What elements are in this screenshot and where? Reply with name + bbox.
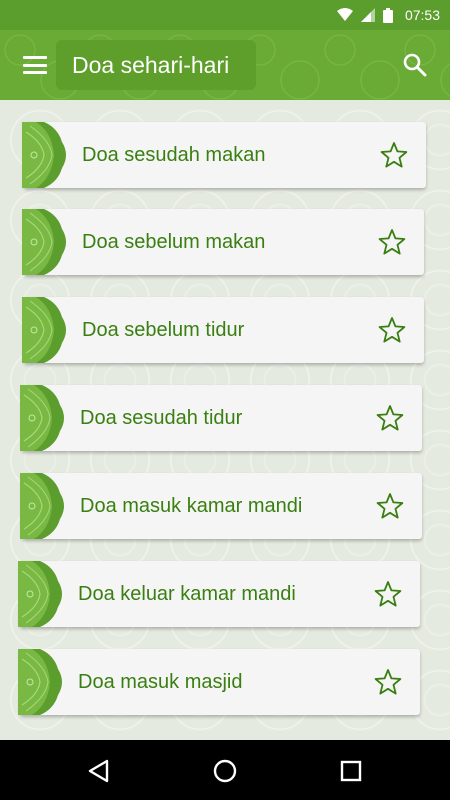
favorite-star-icon[interactable] — [374, 668, 402, 696]
favorite-star-icon[interactable] — [378, 316, 406, 344]
app-bar: Doa sehari-hari — [0, 30, 450, 100]
list-item-label: Doa masuk kamar mandi — [80, 495, 303, 517]
leaf-ornament-icon — [22, 209, 70, 275]
search-icon[interactable] — [402, 52, 428, 78]
list-item[interactable]: Doa masuk kamar mandi — [20, 473, 422, 539]
favorite-star-icon[interactable] — [380, 141, 408, 169]
favorite-star-icon[interactable] — [378, 228, 406, 256]
page-title: Doa sehari-hari — [72, 52, 230, 78]
battery-icon — [382, 7, 393, 23]
doa-list: Doa sesudah makan Doa sebelum makan Doa … — [0, 100, 450, 740]
signal-icon — [360, 8, 375, 22]
leaf-ornament-icon — [22, 122, 70, 188]
list-item-label: Doa sebelum makan — [82, 231, 266, 253]
status-time: 07:53 — [404, 7, 440, 23]
favorite-star-icon[interactable] — [376, 404, 404, 432]
leaf-ornament-icon — [20, 385, 68, 451]
leaf-ornament-icon — [20, 473, 68, 539]
list-item[interactable]: Doa sesudah tidur — [20, 385, 422, 451]
navigation-bar — [0, 740, 450, 800]
list-item[interactable]: Doa keluar kamar mandi — [18, 561, 420, 627]
recents-icon[interactable] — [338, 758, 364, 784]
wifi-icon — [336, 8, 353, 21]
favorite-star-icon[interactable] — [374, 580, 402, 608]
list-item-label: Doa sebelum tidur — [82, 319, 245, 341]
favorite-star-icon[interactable] — [376, 492, 404, 520]
list-item[interactable]: Doa sebelum makan — [22, 209, 424, 275]
list-item[interactable]: Doa sesudah makan — [22, 122, 426, 188]
list-item-label: Doa sesudah makan — [82, 144, 266, 166]
status-bar: 07:53 — [0, 0, 450, 30]
list-item-label: Doa masuk masjid — [78, 671, 243, 693]
list-item[interactable]: Doa sebelum tidur — [22, 297, 424, 363]
list-item-label: Doa keluar kamar mandi — [78, 583, 296, 605]
list-item-label: Doa sesudah tidur — [80, 407, 243, 429]
leaf-ornament-icon — [18, 649, 66, 715]
home-icon[interactable] — [212, 758, 238, 784]
leaf-ornament-icon — [18, 561, 66, 627]
list-item[interactable]: Doa masuk masjid — [18, 649, 420, 715]
leaf-ornament-icon — [22, 297, 70, 363]
menu-icon[interactable] — [22, 54, 48, 76]
back-icon[interactable] — [86, 758, 112, 784]
